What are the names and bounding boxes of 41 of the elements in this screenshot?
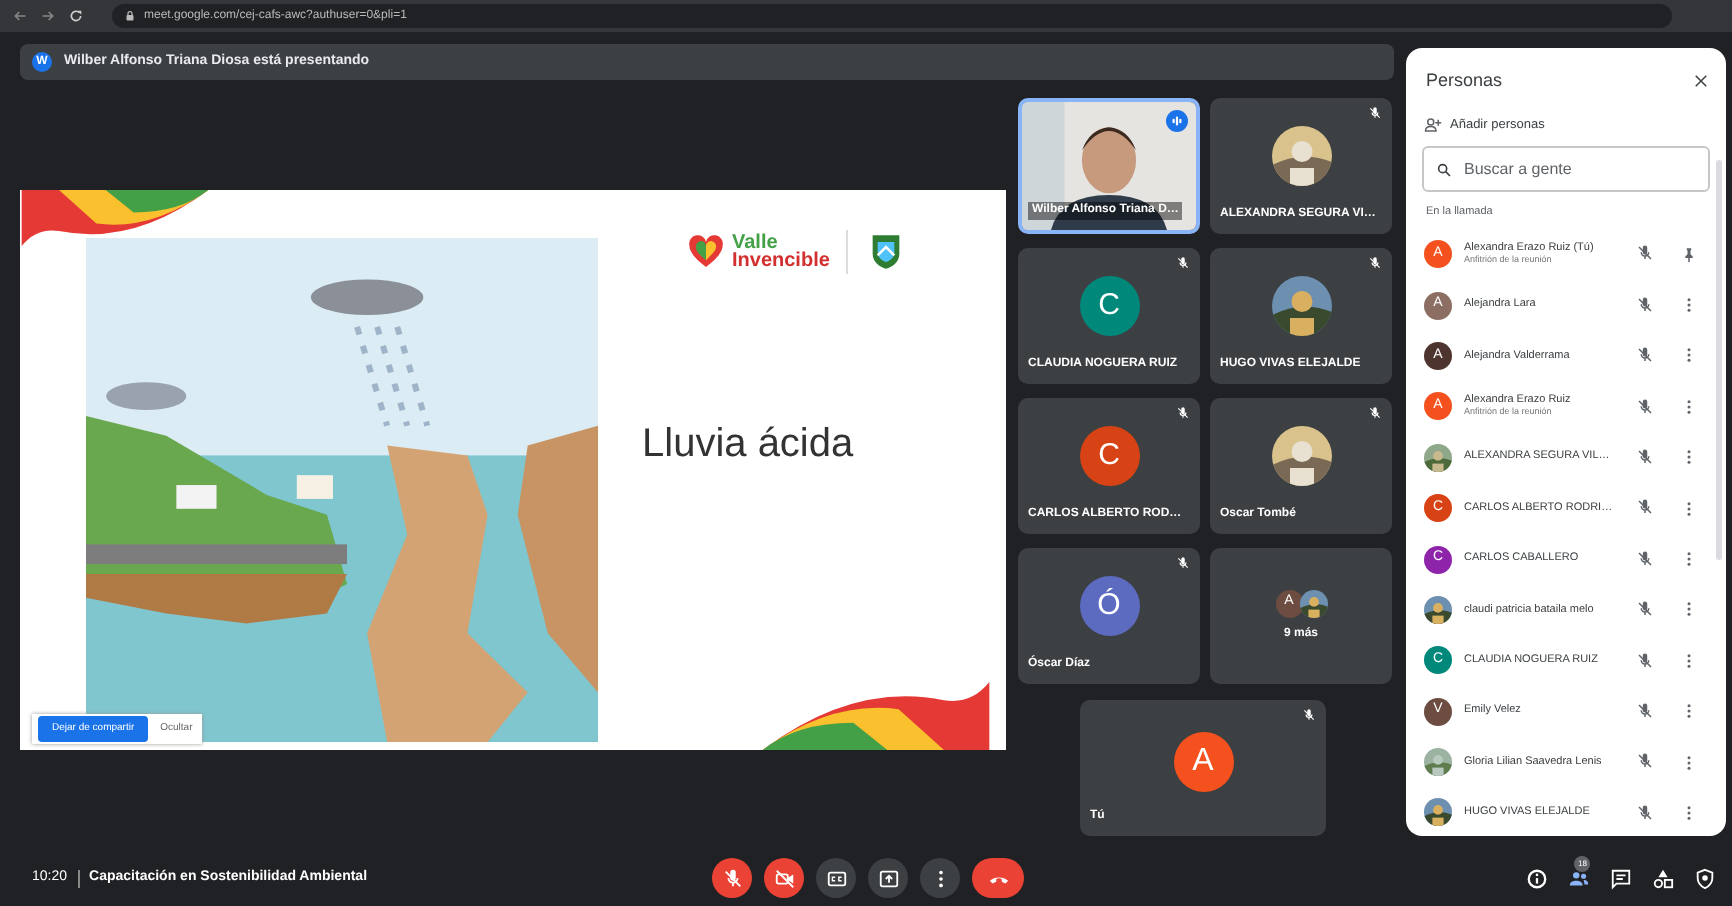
close-icon bbox=[1692, 72, 1710, 91]
safety-button[interactable] bbox=[1694, 867, 1716, 889]
present-button[interactable] bbox=[868, 858, 908, 898]
panel-title: Personas bbox=[1426, 68, 1503, 94]
info-button[interactable] bbox=[1526, 867, 1548, 889]
mic-off-icon bbox=[721, 867, 743, 889]
chat-icon bbox=[1610, 867, 1632, 889]
pin-button[interactable] bbox=[1680, 245, 1698, 264]
reload-button[interactable] bbox=[68, 8, 84, 24]
info-icon bbox=[1526, 867, 1548, 889]
pin-icon bbox=[1680, 245, 1698, 264]
forward-button[interactable] bbox=[40, 8, 56, 24]
present-icon bbox=[877, 867, 899, 889]
camera-off-icon bbox=[773, 867, 795, 889]
leave-call-button[interactable] bbox=[972, 858, 1024, 898]
reload-icon bbox=[68, 8, 84, 24]
back-arrow-icon bbox=[12, 8, 28, 24]
avatar: A bbox=[1173, 732, 1233, 792]
avatar: Ó bbox=[1079, 576, 1139, 636]
lock-icon bbox=[124, 10, 136, 22]
heart-logo-icon bbox=[686, 232, 726, 272]
captions-icon bbox=[825, 867, 847, 889]
forward-arrow-icon bbox=[40, 8, 56, 24]
avatar: C bbox=[1079, 276, 1139, 336]
back-button[interactable] bbox=[12, 8, 28, 24]
logo-text: Valle Invencible bbox=[732, 233, 830, 271]
search-field[interactable]: Buscar a gente bbox=[1422, 146, 1710, 193]
people-button[interactable] bbox=[1568, 867, 1590, 889]
shield-icon bbox=[1694, 867, 1716, 889]
chat-button[interactable] bbox=[1610, 867, 1632, 889]
people-icon bbox=[1568, 867, 1590, 889]
activities-button[interactable] bbox=[1652, 867, 1674, 889]
shapes-icon bbox=[1652, 867, 1674, 889]
avatar: C bbox=[1079, 426, 1139, 486]
more-options-button[interactable] bbox=[920, 858, 960, 898]
microphone-button[interactable] bbox=[712, 858, 752, 898]
person-add-icon bbox=[1424, 115, 1442, 134]
slide-title: Lluvia ácida bbox=[642, 420, 856, 470]
camera-button[interactable] bbox=[764, 858, 804, 898]
close-button[interactable] bbox=[1692, 72, 1710, 91]
captions-button[interactable] bbox=[816, 858, 856, 898]
